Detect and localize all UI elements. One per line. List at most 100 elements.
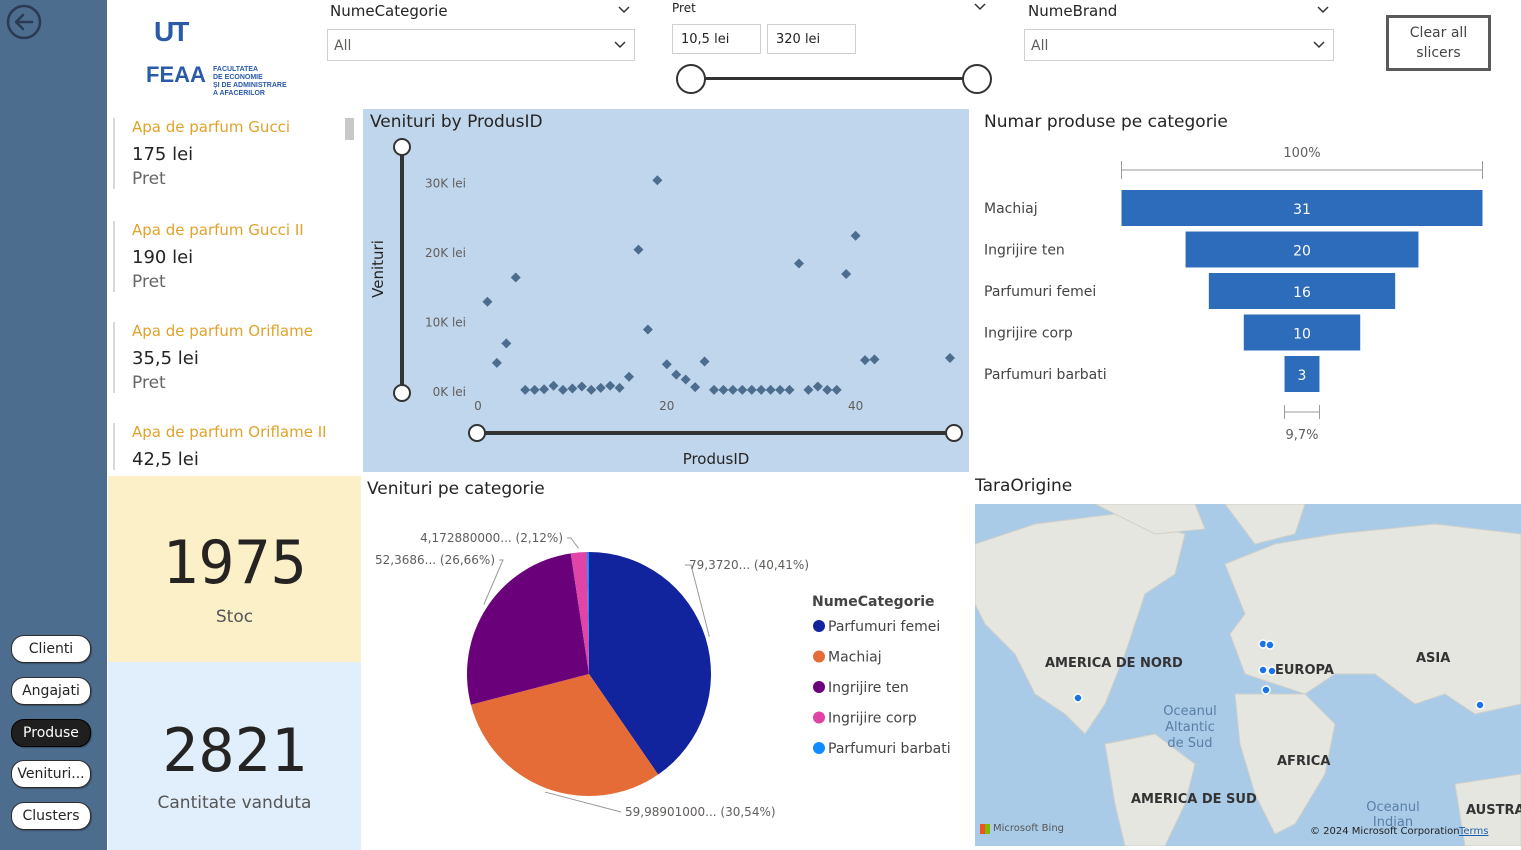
x-tick-label: 40 <box>848 399 863 413</box>
scatter-point <box>727 384 738 395</box>
product-card[interactable]: Apa de parfum Oriflame II 42,5 lei <box>113 423 358 470</box>
product-card[interactable]: Apa de parfum Oriflame 35,5 lei Pret <box>113 322 358 393</box>
pie-leader-line <box>567 537 579 549</box>
map-label: Oceanul Altantic de Sud <box>1163 704 1217 751</box>
clear-all-slicers-button[interactable]: Clear all slicers <box>1386 15 1491 71</box>
slicer-brand-dropdown[interactable]: All <box>1024 29 1334 61</box>
product-price: 190 lei <box>132 247 194 268</box>
funnel-category-label: Ingrijire corp <box>984 326 1073 342</box>
bing-label: Microsoft Bing <box>993 823 1065 834</box>
map-terms-link[interactable]: Terms <box>1459 826 1488 837</box>
funnel-bar-value: 31 <box>1293 202 1311 218</box>
funnel-category-label: Machiaj <box>984 201 1038 217</box>
nav-button-clienti[interactable]: Clienti <box>11 635 91 663</box>
scatter-point <box>765 384 776 395</box>
scatter-chart-venituri[interactable]: Venituri by ProdusID 0K lei 10K lei 20K le… <box>363 109 969 472</box>
legend-marker <box>813 711 825 724</box>
product-card-list: Apa de parfum Gucci 175 lei Pret Apa de … <box>108 110 358 474</box>
kpi-cantitate-label: Cantitate vanduta <box>157 793 312 813</box>
logo-line: ȘI DE ADMINISTRARE <box>213 82 287 89</box>
product-name: Apa de parfum Oriflame II <box>132 423 327 441</box>
slicer-pret-min-input[interactable]: 10,5 lei <box>672 24 761 54</box>
product-price: 42,5 lei <box>132 449 199 470</box>
slicer-pret-max-input[interactable]: 320 lei <box>767 24 856 54</box>
scatter-point <box>614 382 625 393</box>
scatter-point <box>784 384 795 395</box>
product-name: Apa de parfum Gucci <box>132 118 291 136</box>
slicer-categorie-dropdown[interactable]: All <box>327 29 635 61</box>
nav-button-angajati[interactable]: Angajati <box>11 677 91 705</box>
scatter-point <box>822 384 833 395</box>
slicer-brand-value: All <box>1031 38 1049 54</box>
chevron-down-icon[interactable] <box>974 1 986 13</box>
chevron-down-icon[interactable] <box>1317 4 1329 16</box>
funnel-bottom-percent: 9,7% <box>1285 428 1318 443</box>
nav-button-venituri[interactable]: Venituri... <box>11 760 91 788</box>
map-copyright: © 2024 Microsoft Corporation <box>1310 826 1460 837</box>
scatter-point <box>624 371 635 382</box>
back-arrow-icon[interactable] <box>6 4 42 40</box>
scatter-point <box>945 352 955 363</box>
scatter-point <box>841 268 852 279</box>
kpi-card-cantitate: 2821 Cantitate vanduta <box>108 662 361 850</box>
pie-data-label: 59,98901000... (30,54%) <box>625 805 776 819</box>
map-title: TaraOrigine <box>975 476 1073 496</box>
slicer-pret-min-handle[interactable] <box>676 64 706 94</box>
funnel-chart-categorie[interactable]: Numar produse pe categorie 100% Machiaj 31… <box>975 109 1521 469</box>
scatter-point <box>586 384 597 395</box>
map-point[interactable] <box>1265 640 1275 650</box>
funnel-category-label: Ingrijire ten <box>984 243 1065 259</box>
funnel-bar-value: 10 <box>1293 327 1311 343</box>
product-card[interactable]: Apa de parfum Gucci II 190 lei Pret <box>113 221 358 292</box>
map-point[interactable] <box>1258 665 1268 675</box>
map-point[interactable] <box>1261 685 1271 695</box>
navigation-pane: Clienti Angajati Produse Venituri... Clu… <box>0 0 107 850</box>
logo-acronym: FEAA <box>146 62 206 87</box>
x-tick-label: 0 <box>474 399 482 413</box>
map-tara-origine[interactable]: AMERICA DE NORD EUROPA ASIA Oceanul Alta… <box>975 504 1521 846</box>
pie-legend-title: NumeCategorie <box>812 594 935 610</box>
product-name: Apa de parfum Gucci II <box>132 221 304 239</box>
scatter-point <box>775 384 786 395</box>
scatter-point <box>680 374 691 385</box>
map-point[interactable] <box>1475 700 1485 710</box>
y-zoom-slider-handle <box>393 138 411 156</box>
logo-text: FACULTATEA DE ECONOMIE ȘI DE ADMINISTRAR… <box>213 66 287 98</box>
slicer-pret-track <box>690 77 976 80</box>
slicer-categorie-title: NumeCategorie <box>330 2 448 20</box>
scatter-point <box>709 384 719 395</box>
chevron-down-icon[interactable] <box>618 4 630 16</box>
funnel-category-label: Parfumuri barbati <box>984 367 1107 383</box>
scatter-point <box>501 338 512 349</box>
kpi-stoc-value: 1975 <box>162 528 307 598</box>
scatter-point <box>831 384 842 395</box>
list-scrollbar[interactable] <box>345 118 354 140</box>
nav-button-clusters[interactable]: Clusters <box>11 802 91 830</box>
map-label: AFRICA <box>1277 754 1331 769</box>
scatter-point <box>718 384 729 395</box>
kpi-card-stoc: 1975 Stoc <box>108 476 361 662</box>
y-tick-label: 30K lei <box>425 177 466 191</box>
map-label: AUSTRA <box>1466 803 1521 818</box>
logo-line: FACULTATEA <box>213 66 259 73</box>
legend-marker <box>813 650 825 663</box>
legend-marker <box>813 742 825 754</box>
scatter-point <box>482 296 493 307</box>
scatter-point <box>803 384 814 395</box>
funnel-top-percent: 100% <box>1283 146 1320 161</box>
product-name: Apa de parfum Oriflame <box>132 322 313 340</box>
scatter-point <box>633 244 644 255</box>
nav-button-produse[interactable]: Produse <box>11 719 91 747</box>
legend-item-label: Ingrijire corp <box>828 711 917 727</box>
product-card[interactable]: Apa de parfum Gucci 175 lei Pret <box>113 118 358 189</box>
pie-chart-venituri-categorie[interactable]: Venituri pe categorie 79,3720... (40,41%… <box>363 476 969 850</box>
funnel-top-bracket <box>1121 161 1483 179</box>
funnel-category-label: Parfumuri femei <box>984 284 1096 300</box>
scatter-point <box>690 382 701 393</box>
slicer-pret-max-handle[interactable] <box>962 64 992 94</box>
map-point[interactable] <box>1073 693 1083 703</box>
scatter-point <box>642 324 653 335</box>
scatter-point <box>539 384 550 395</box>
chevron-down-icon <box>614 41 626 49</box>
pie-data-label: 52,3686... (26,66%) <box>375 553 495 567</box>
